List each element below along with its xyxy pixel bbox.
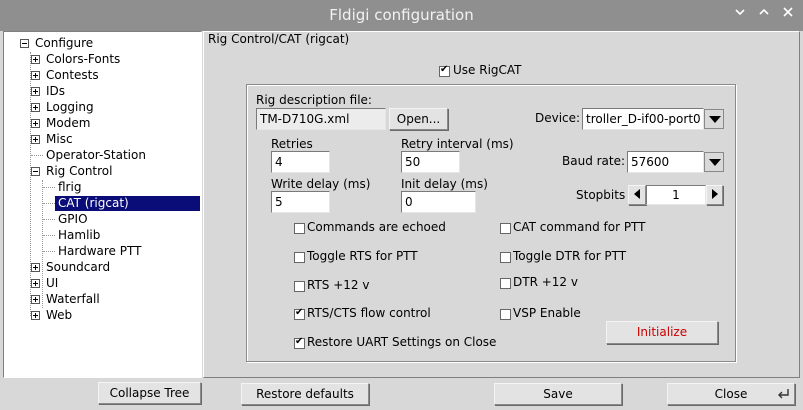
chevron-down-icon[interactable] [731, 6, 749, 24]
dtr-12v-label: DTR +12 v [513, 275, 578, 289]
chevron-left-icon [634, 189, 640, 199]
toggle-rts-checkbox[interactable] [294, 252, 305, 263]
toggle-rts-label: Toggle RTS for PTT [307, 249, 418, 263]
expand-icon[interactable] [31, 119, 40, 128]
expand-icon[interactable] [31, 279, 40, 288]
window-title: Fldigi configuration [329, 6, 474, 24]
chevron-right-icon [711, 189, 718, 199]
expand-icon[interactable] [31, 311, 40, 320]
rts-12v-label: RTS +12 v [307, 278, 370, 292]
title-bar: Fldigi configuration [0, 0, 803, 31]
expand-icon[interactable] [31, 135, 40, 144]
commands-echoed-label: Commands are echoed [307, 220, 446, 234]
retries-field[interactable]: 4 [271, 151, 330, 173]
toggle-dtr-label: Toggle DTR for PTT [513, 249, 627, 263]
chevron-down-icon [709, 116, 721, 123]
collapse-tree-button[interactable]: Collapse Tree [98, 382, 201, 404]
stopbits-field[interactable]: 1 [646, 185, 706, 205]
expand-icon[interactable] [31, 87, 40, 96]
use-rigcat-checkbox[interactable] [439, 64, 450, 77]
tree-connector [42, 180, 43, 308]
collapse-icon[interactable] [31, 167, 40, 176]
write-delay-field[interactable]: 5 [271, 191, 330, 213]
rts-cts-checkbox[interactable] [294, 307, 305, 320]
commands-echoed-checkbox[interactable] [294, 223, 305, 234]
config-tree[interactable]: Configure Colors-Fonts Contests IDs Logg… [3, 31, 202, 378]
device-label: Device: [535, 111, 581, 125]
baud-rate-select[interactable]: 57600 [627, 151, 704, 173]
expand-icon[interactable] [31, 55, 40, 64]
vsp-enable-checkbox[interactable] [500, 309, 511, 320]
chevron-down-icon [709, 159, 721, 166]
chevron-up-icon[interactable] [755, 6, 773, 24]
page-title: Rig Control/CAT (rigcat) [208, 32, 350, 46]
dtr-12v-checkbox[interactable] [500, 278, 511, 289]
close-button[interactable]: Close [667, 383, 795, 405]
close-button-label: Close [714, 387, 748, 401]
baud-rate-dropdown-button[interactable] [704, 152, 724, 172]
retries-label: Retries [271, 137, 313, 151]
use-rigcat-label: Use RigCAT [453, 63, 522, 77]
expand-icon[interactable] [31, 71, 40, 80]
initialize-button[interactable]: Initialize [606, 321, 718, 344]
expand-icon[interactable] [31, 263, 40, 272]
save-button[interactable]: Save [494, 383, 622, 405]
cat-ptt-label: CAT command for PTT [513, 220, 646, 234]
retry-interval-label: Retry interval (ms) [401, 137, 514, 151]
device-dropdown-button[interactable] [704, 109, 724, 129]
baud-rate-label: Baud rate: [562, 154, 626, 168]
stopbits-label: Stopbits [576, 188, 626, 202]
init-delay-field[interactable]: 0 [401, 191, 476, 213]
expand-icon[interactable] [31, 103, 40, 112]
enter-icon [778, 389, 789, 399]
rig-description-field[interactable]: TM-D710G.xml [256, 108, 386, 130]
retry-interval-field[interactable]: 50 [401, 151, 460, 173]
toggle-dtr-checkbox[interactable] [500, 252, 511, 263]
restore-defaults-button[interactable]: Restore defaults [241, 383, 369, 405]
init-delay-label: Init delay (ms) [401, 177, 488, 191]
collapse-icon[interactable] [20, 39, 29, 48]
cat-ptt-checkbox[interactable] [500, 223, 511, 234]
write-delay-label: Write delay (ms) [271, 177, 371, 191]
rts-12v-checkbox[interactable] [294, 281, 305, 292]
stopbits-decrement-button[interactable] [628, 185, 646, 205]
expand-icon[interactable] [31, 295, 40, 304]
stopbits-increment-button[interactable] [706, 185, 723, 205]
restore-uart-label: Restore UART Settings on Close [307, 335, 497, 349]
close-icon[interactable] [779, 6, 797, 24]
vsp-enable-label: VSP Enable [513, 306, 581, 320]
rts-cts-label: RTS/CTS flow control [307, 306, 431, 320]
device-select[interactable]: troller_D-if00-port0 [582, 108, 704, 130]
rig-description-label: Rig description file: [256, 93, 372, 107]
restore-uart-checkbox[interactable] [294, 336, 305, 349]
open-button[interactable]: Open... [389, 108, 448, 130]
